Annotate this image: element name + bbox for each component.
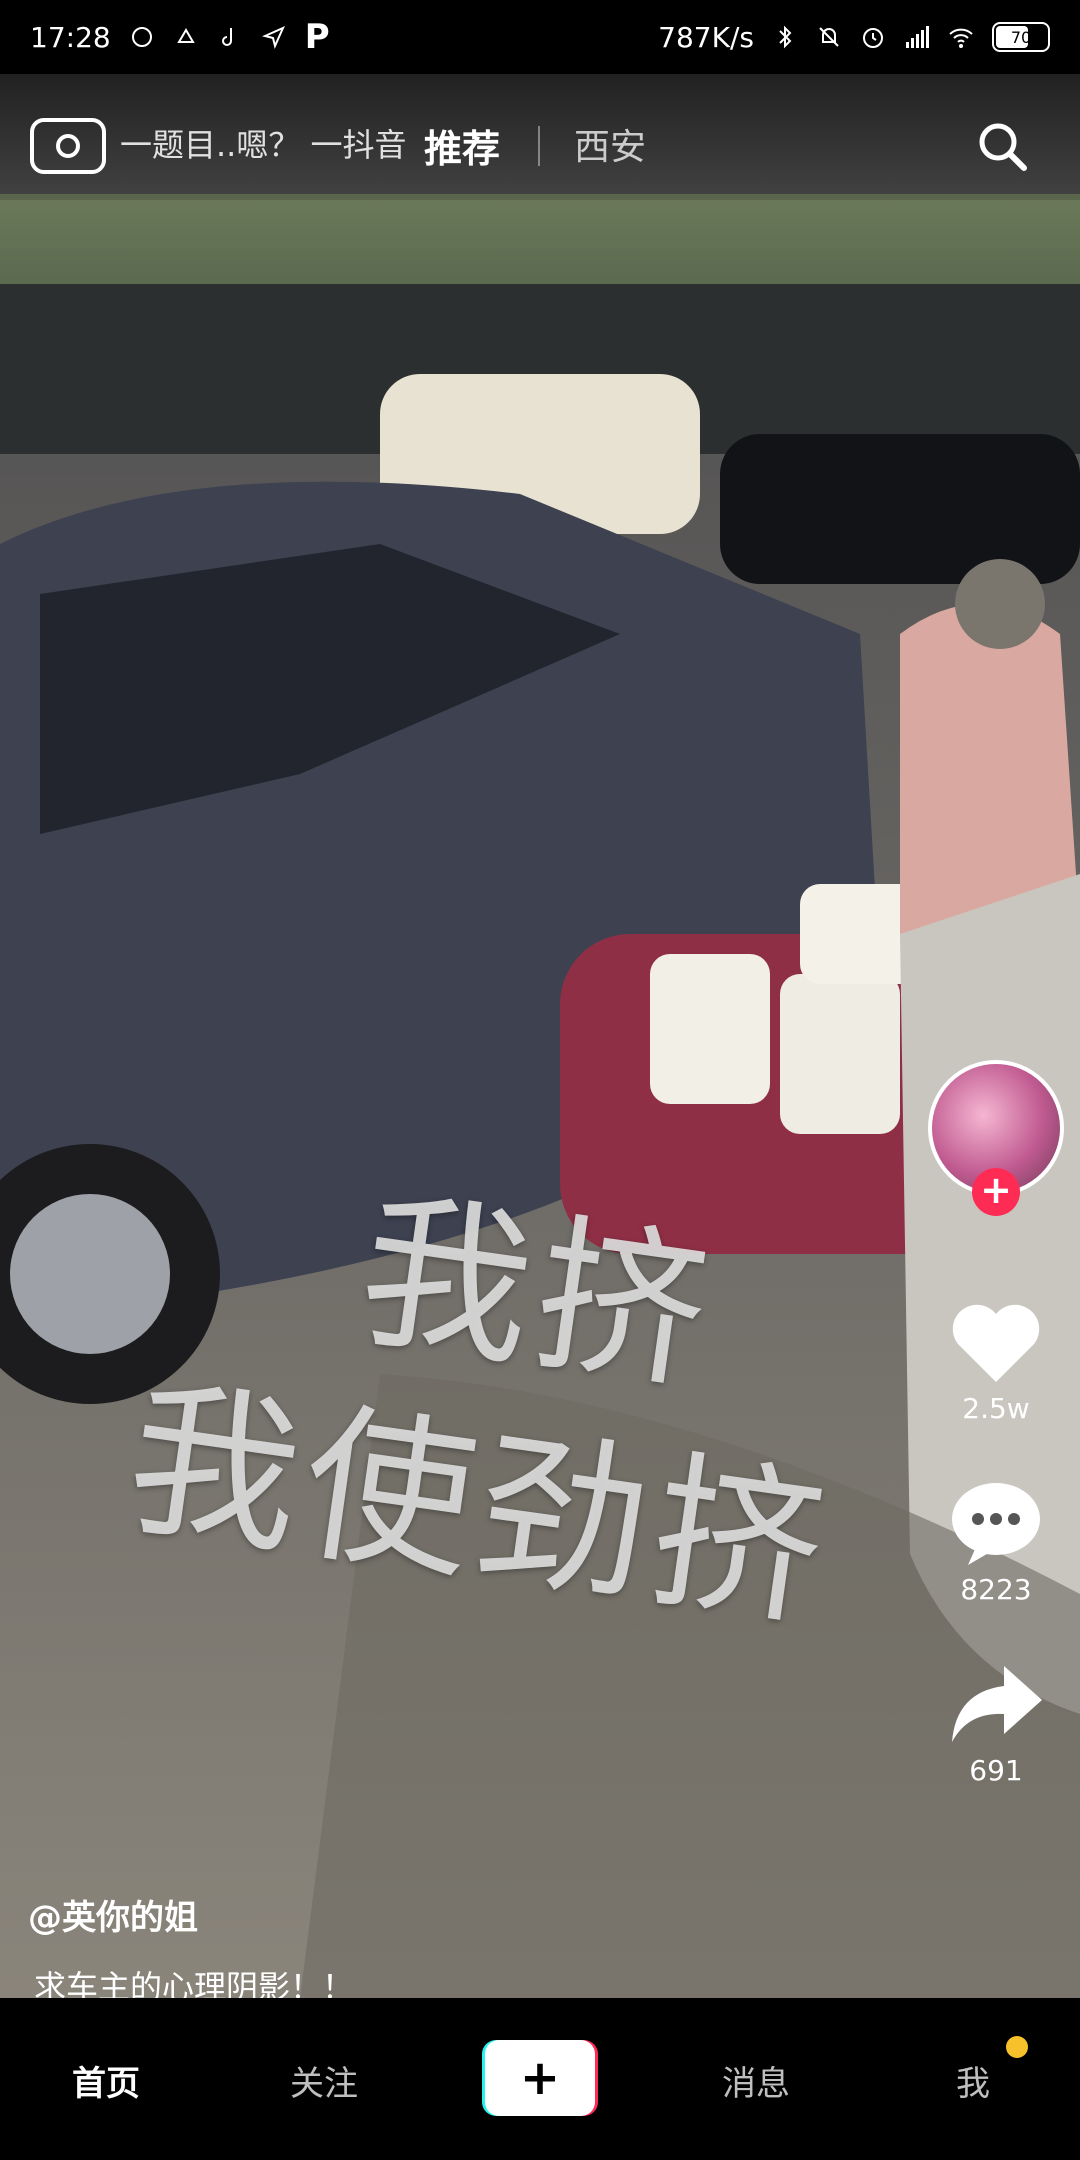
parking-icon: P [304, 17, 330, 57]
like-action[interactable]: 2.5w [946, 1296, 1046, 1425]
comment-action[interactable]: 8223 [946, 1477, 1046, 1606]
mute-icon [819, 27, 839, 47]
network-speed: 787K/s [658, 20, 754, 54]
wifi-icon [949, 28, 973, 48]
app-icon [176, 28, 195, 43]
status-bar: 17:28 P 787K/s 70 [0, 0, 1080, 74]
location-icon [261, 26, 285, 50]
share-count: 691 [969, 1754, 1023, 1787]
comment-count: 8223 [960, 1573, 1032, 1606]
like-count: 2.5w [962, 1392, 1030, 1425]
nav-home[interactable]: 首页 [72, 2056, 140, 2105]
follow-button[interactable]: + [972, 1168, 1020, 1216]
bottom-navigation: 首页 关注 + 消息 我 [0, 1998, 1080, 2160]
comment-icon[interactable] [946, 1477, 1046, 1567]
video-player[interactable] [0, 74, 1080, 1998]
share-icon[interactable] [946, 1658, 1046, 1748]
video-frame [0, 74, 1080, 1998]
search-icon[interactable] [974, 118, 1030, 174]
ticker-text: 一题目..嗯？ 一抖音 [120, 126, 407, 164]
sync-icon [131, 27, 152, 47]
battery-level: 70 [1010, 27, 1032, 47]
notification-dot [1006, 2036, 1028, 2058]
nav-follow[interactable]: 关注 [290, 2056, 358, 2105]
alarm-icon [863, 28, 883, 48]
caption-username[interactable]: @英你的姐 [28, 1890, 198, 1939]
nav-me[interactable]: 我 [956, 2056, 990, 2105]
battery-icon: 70 [992, 22, 1050, 52]
action-column: + 2.5w 8223 691 [926, 1060, 1066, 1787]
status-time: 17:28 [30, 20, 111, 54]
plus-icon[interactable]: + [485, 2040, 595, 2116]
heart-icon[interactable] [946, 1296, 1046, 1386]
nav-messages[interactable]: 消息 [722, 2056, 790, 2105]
tab-city[interactable]: 西安 [574, 118, 646, 170]
share-action[interactable]: 691 [946, 1658, 1046, 1787]
tab-divider [538, 126, 540, 166]
create-button[interactable]: + [482, 2040, 598, 2116]
camera-icon[interactable] [30, 118, 106, 174]
signal-icon [906, 26, 929, 48]
tab-recommend[interactable]: 推荐 [424, 118, 500, 173]
tiktok-icon [221, 28, 232, 46]
bluetooth-icon [779, 25, 792, 49]
